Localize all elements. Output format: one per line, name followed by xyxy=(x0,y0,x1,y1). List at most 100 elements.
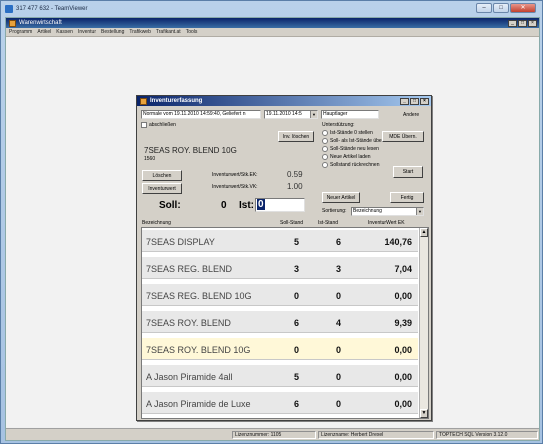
cell-wert: 0,00 xyxy=(394,399,412,409)
menubar: Programm Artikel Kassen Inventur Bestellung T… xyxy=(6,28,539,37)
inventory-select-value: Normale vom 19.11.2010 14:59:40, Geliefe… xyxy=(143,111,246,117)
table-row[interactable]: 7SEAS ROY. BLEND 6 4 9,39 xyxy=(142,311,418,333)
location-value: Hauptlager xyxy=(323,111,348,117)
grid-header: Bezeichnung Soll-Stand Ist-Stand Inventu… xyxy=(142,220,428,227)
ist-input[interactable]: 0 xyxy=(255,198,305,212)
table-row[interactable]: 7SEAS DISPLAY 5 6 140,76 xyxy=(142,230,418,252)
close-button[interactable]: ✕ xyxy=(510,3,536,13)
cell-name: 7SEAS REG. BLEND 10G xyxy=(146,291,252,301)
cell-name: 7SEAS ROY. BLEND 10G xyxy=(146,345,251,355)
status-lizenznummer: Lizenznummer: 1105 xyxy=(232,431,316,439)
app-title: Warenwirtschaft xyxy=(19,20,62,26)
radio-button[interactable] xyxy=(322,146,328,152)
menu-item[interactable]: Artikel xyxy=(37,29,51,35)
cell-soll: 3 xyxy=(294,264,300,274)
sortierung-value: Bezeichnung xyxy=(353,208,382,214)
ist-input-value: 0 xyxy=(257,199,265,210)
table-row[interactable]: 7SEAS REG. BLEND 3 3 7,04 xyxy=(142,257,418,279)
menu-item[interactable]: Kassen xyxy=(56,29,73,35)
table-row[interactable]: A Jason Piramide de Luxe 6 0 0,00 xyxy=(142,392,418,414)
inventory-select[interactable]: Normale vom 19.11.2010 14:59:40, Geliefe… xyxy=(141,110,261,119)
cell-soll: 5 xyxy=(294,372,300,382)
support-option[interactable]: Soll-Stände neu lesen xyxy=(322,145,401,153)
inventory-grid: 7SEAS DISPLAY 5 6 140,76 7SEAS REG. BLEND 3 3 7… xyxy=(141,227,429,419)
inv-loeschen-button[interactable]: Inv. löschen xyxy=(278,131,314,142)
col-bezeichnung[interactable]: Bezeichnung xyxy=(142,220,171,226)
window-controls: – □ ✕ xyxy=(476,3,536,13)
loeschen-button[interactable]: Löschen xyxy=(142,170,182,181)
vertical-scrollbar[interactable]: ▲ ▼ xyxy=(419,228,428,418)
sortierung-select[interactable]: Bezeichnung ▼ xyxy=(351,207,424,216)
radio-button[interactable] xyxy=(322,162,328,168)
menu-item[interactable]: Trafikweb xyxy=(129,29,151,35)
chevron-down-icon: ▼ xyxy=(416,208,423,215)
dialog-minimize-button[interactable]: _ xyxy=(400,97,409,105)
cell-ist: 0 xyxy=(336,399,342,409)
mde-button[interactable]: MDE Übern. xyxy=(382,131,424,142)
app-maximize-button[interactable]: □ xyxy=(518,19,527,27)
teamviewer-window: 317 477 632 - TeamViewer – □ ✕ Warenwirt… xyxy=(0,0,543,444)
table-row[interactable]: 7SEAS ROY. BLEND 10G 0 0 0,00 xyxy=(142,338,418,360)
col-soll-stand[interactable]: Soll-Stand xyxy=(280,220,303,226)
article-number: 1560 xyxy=(144,156,156,162)
abschliessen-checkbox-row[interactable]: abschließen xyxy=(141,122,176,128)
vk-label: Inventurwert/Stk.VK: xyxy=(212,184,258,190)
app-window-controls: _ □ × xyxy=(508,19,537,27)
chevron-down-icon: ▼ xyxy=(310,111,317,118)
fertig-button[interactable]: Fertig xyxy=(390,192,424,203)
app-close-button[interactable]: × xyxy=(528,19,537,27)
menu-item[interactable]: Inventur xyxy=(78,29,96,35)
cell-soll: 0 xyxy=(294,345,300,355)
cell-wert: 0,00 xyxy=(394,291,412,301)
abschliessen-checkbox[interactable] xyxy=(141,122,147,128)
col-inventurwert[interactable]: InventurWert EK xyxy=(368,220,405,226)
cell-name: 7SEAS REG. BLEND xyxy=(146,264,233,274)
menu-item[interactable]: Bestellung xyxy=(101,29,124,35)
support-option-label: Soll-Stände neu lesen xyxy=(330,146,379,152)
cell-wert: 0,00 xyxy=(394,345,412,355)
location-field[interactable]: Hauptlager xyxy=(321,110,379,119)
cell-wert: 9,39 xyxy=(394,318,412,328)
abschliessen-label: abschließen xyxy=(149,122,176,128)
menu-item[interactable]: Tools xyxy=(186,29,198,35)
scroll-up-icon[interactable]: ▲ xyxy=(420,228,428,237)
teamviewer-logo-icon xyxy=(5,5,13,13)
scroll-down-icon[interactable]: ▼ xyxy=(420,409,428,418)
table-row[interactable]: 7SEAS REG. BLEND 10G 0 0 0,00 xyxy=(142,284,418,306)
table-row[interactable]: A Jason Piramide 4all 5 0 0,00 xyxy=(142,365,418,387)
col-ist-stand[interactable]: Ist-Stand xyxy=(318,220,338,226)
dialog-close-button[interactable]: × xyxy=(420,97,429,105)
cell-name: A Jason Piramide de Luxe xyxy=(146,399,251,409)
radio-button[interactable] xyxy=(322,130,328,136)
cell-name: A Jason Piramide 4all xyxy=(146,372,233,382)
radio-button[interactable] xyxy=(322,138,328,144)
app-minimize-button[interactable]: _ xyxy=(508,19,517,27)
support-option[interactable]: Neue Artikel laden xyxy=(322,153,401,161)
cell-wert: 7,04 xyxy=(394,264,412,274)
maximize-button[interactable]: □ xyxy=(493,3,509,13)
cell-wert: 0,00 xyxy=(394,372,412,382)
start-button[interactable]: Start xyxy=(393,166,423,178)
ek-label: Inventurwert/Stk.EK: xyxy=(212,172,258,178)
radio-button[interactable] xyxy=(322,154,328,160)
mdi-area: Inventurerfassung _ □ × Normale vom 19.1… xyxy=(6,37,539,427)
inventurwert-button[interactable]: Inventurwert xyxy=(142,183,182,194)
andere-link[interactable]: Andere xyxy=(403,112,419,118)
cell-name: 7SEAS DISPLAY xyxy=(146,237,215,247)
menu-item[interactable]: Trafikant.at xyxy=(156,29,181,35)
cell-ist: 4 xyxy=(336,318,342,328)
cell-wert: 140,76 xyxy=(384,237,412,247)
cell-soll: 5 xyxy=(294,237,300,247)
minimize-button[interactable]: – xyxy=(476,3,492,13)
cell-soll: 6 xyxy=(294,318,300,328)
neuer-artikel-button[interactable]: Neuer Artikel xyxy=(322,192,360,203)
dialog-maximize-button[interactable]: □ xyxy=(410,97,419,105)
inventory-dialog: Inventurerfassung _ □ × Normale vom 19.1… xyxy=(136,95,432,421)
support-option[interactable]: Sollstand rückrechnen xyxy=(322,161,401,169)
soll-value: 0 xyxy=(221,200,227,211)
date-select[interactable]: 19.11.2010 14:5 ▼ xyxy=(264,110,318,119)
remote-desktop: Warenwirtschaft _ □ × Programm Artikel Kas… xyxy=(5,17,540,441)
menu-item[interactable]: Programm xyxy=(9,29,32,35)
status-lizenzname: Lizenzname: Herbert Drexel xyxy=(318,431,434,439)
cell-soll: 6 xyxy=(294,399,300,409)
